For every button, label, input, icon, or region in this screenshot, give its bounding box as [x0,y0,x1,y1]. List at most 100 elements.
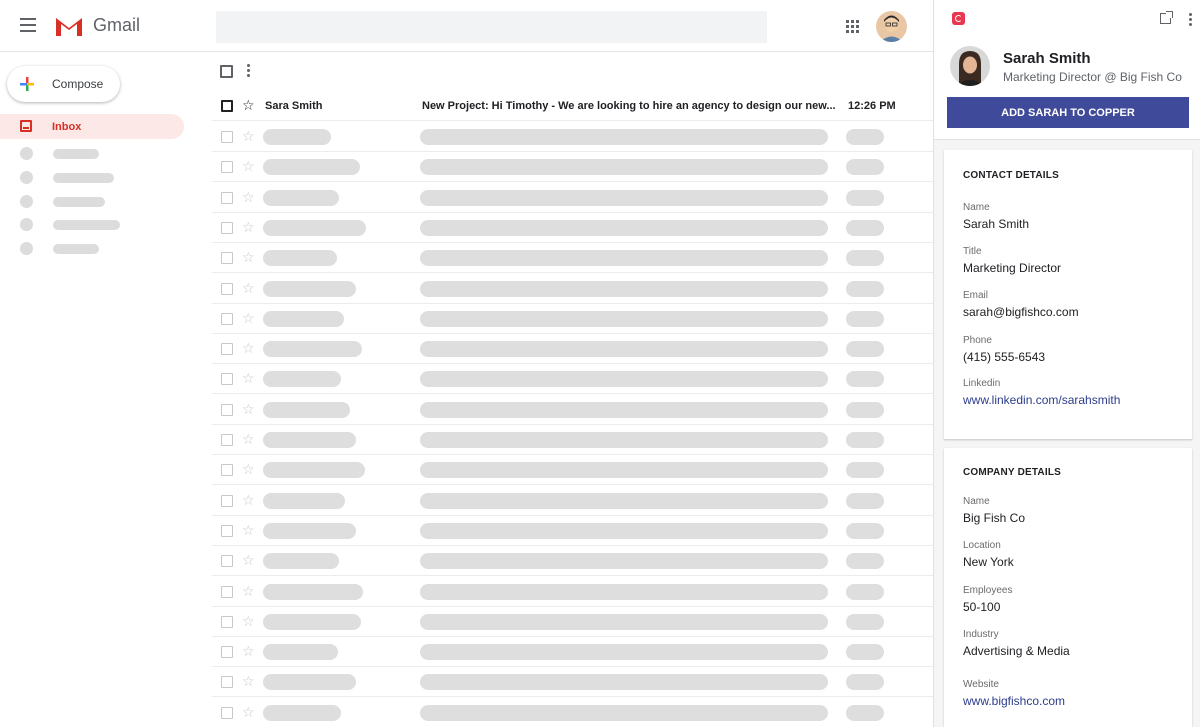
subject-placeholder [420,129,828,145]
email-row-placeholder[interactable]: ☆ [212,637,933,668]
row-checkbox[interactable] [221,100,233,112]
row-checkbox[interactable] [221,646,233,659]
star-icon[interactable]: ☆ [242,644,255,658]
sender-placeholder [263,492,345,509]
star-icon[interactable]: ☆ [242,281,255,295]
sender-placeholder [263,401,350,418]
star-icon[interactable]: ☆ [242,614,255,628]
sender-placeholder [263,189,339,206]
email-row-placeholder[interactable]: ☆ [212,425,933,455]
gmail-logo[interactable] [54,15,84,37]
row-checkbox[interactable] [221,464,233,477]
star-icon[interactable]: ☆ [242,523,255,537]
row-checkbox[interactable] [221,524,233,537]
subject-placeholder [420,310,828,327]
star-icon[interactable]: ☆ [242,432,255,446]
row-checkbox[interactable] [221,282,233,295]
field-label: Name [963,496,990,507]
add-to-copper-button[interactable]: ADD SARAH TO COPPER [947,97,1189,128]
company-details-card: COMPANY DETAILS Name Big Fish Co Locatio… [944,448,1192,727]
email-row-placeholder[interactable]: ☆ [212,364,933,395]
row-checkbox[interactable] [221,191,233,204]
email-row-placeholder[interactable]: ☆ [212,304,933,334]
email-row-placeholder[interactable]: ☆ [212,486,933,516]
star-icon[interactable]: ☆ [242,462,255,476]
star-icon[interactable]: ☆ [242,129,255,143]
email-row-placeholder[interactable]: ☆ [212,334,933,365]
email-row-placeholder[interactable]: ☆ [212,607,933,637]
email-row-placeholder[interactable]: ☆ [212,274,933,304]
row-checkbox[interactable] [221,403,233,416]
time-placeholder [846,219,884,236]
row-checkbox[interactable] [221,161,233,174]
star-icon[interactable]: ☆ [242,190,255,204]
sidebar-item-inbox[interactable]: Inbox [0,114,184,139]
sender-placeholder [263,432,356,448]
star-icon[interactable]: ☆ [242,341,255,355]
row-checkbox[interactable] [221,343,233,356]
email-row-placeholder[interactable]: ☆ [212,122,933,152]
star-icon[interactable]: ☆ [242,402,255,416]
select-all-checkbox[interactable] [220,65,233,78]
email-row-placeholder[interactable]: ☆ [212,213,933,243]
star-icon[interactable]: ☆ [242,311,255,325]
subject-placeholder [420,159,828,176]
email-row-placeholder[interactable]: ☆ [212,243,933,274]
row-checkbox[interactable] [221,615,233,628]
compose-button[interactable]: Compose [7,66,120,102]
star-icon[interactable]: ☆ [242,553,255,567]
subject-placeholder [420,462,828,479]
star-icon[interactable]: ☆ [242,674,255,688]
more-vert-icon[interactable] [247,64,251,78]
row-checkbox[interactable] [221,706,233,719]
open-in-new-icon[interactable] [1160,11,1173,24]
row-checkbox[interactable] [221,676,233,689]
star-icon[interactable]: ☆ [242,584,255,598]
field-label: Title [963,246,982,257]
time-placeholder [846,674,884,691]
email-row-placeholder[interactable]: ☆ [212,667,933,698]
email-row-placeholder[interactable]: ☆ [212,516,933,546]
apps-grid-icon[interactable] [846,20,860,34]
field-label: Name [963,202,990,213]
star-icon[interactable]: ☆ [242,250,255,264]
row-checkbox[interactable] [221,494,233,507]
website-link[interactable]: www.bigfishco.com [963,694,1065,708]
row-checkbox[interactable] [221,312,233,325]
email-row-placeholder[interactable]: ☆ [212,577,933,607]
email-row-placeholder[interactable]: ☆ [212,455,933,486]
row-checkbox[interactable] [221,585,233,598]
email-row-placeholder[interactable]: ☆ [212,183,933,213]
email-row[interactable]: ☆ Sara Smith New Project: Hi Timothy - W… [212,91,933,121]
row-checkbox[interactable] [221,555,233,568]
time-placeholder [846,704,884,721]
star-icon[interactable]: ☆ [242,493,255,507]
time-placeholder [846,644,884,661]
field-label: Location [963,540,1001,551]
row-checkbox[interactable] [221,131,233,143]
linkedin-link[interactable]: www.linkedin.com/sarahsmith [963,393,1120,407]
account-avatar[interactable] [876,11,907,42]
email-row-placeholder[interactable]: ☆ [212,395,933,425]
email-row-placeholder[interactable]: ☆ [212,698,933,727]
field-label: Phone [963,335,992,346]
star-icon[interactable]: ☆ [242,159,255,173]
sender-placeholder [263,250,337,267]
row-checkbox[interactable] [221,434,233,446]
sender-placeholder [263,310,344,327]
more-vert-icon[interactable] [1189,13,1192,28]
row-checkbox[interactable] [221,221,233,234]
subject-placeholder [420,280,828,297]
subject-placeholder [420,674,828,691]
star-icon[interactable]: ☆ [242,705,255,719]
star-icon[interactable]: ☆ [242,220,255,234]
menu-icon[interactable] [20,18,36,32]
email-row-placeholder[interactable]: ☆ [212,152,933,183]
row-checkbox[interactable] [221,252,233,265]
search-input[interactable] [216,11,767,43]
row-checkbox[interactable] [221,373,233,386]
star-icon[interactable]: ☆ [242,371,255,385]
email-row-placeholder[interactable]: ☆ [212,546,933,577]
sender-placeholder [263,674,356,691]
star-icon[interactable]: ☆ [242,98,255,112]
